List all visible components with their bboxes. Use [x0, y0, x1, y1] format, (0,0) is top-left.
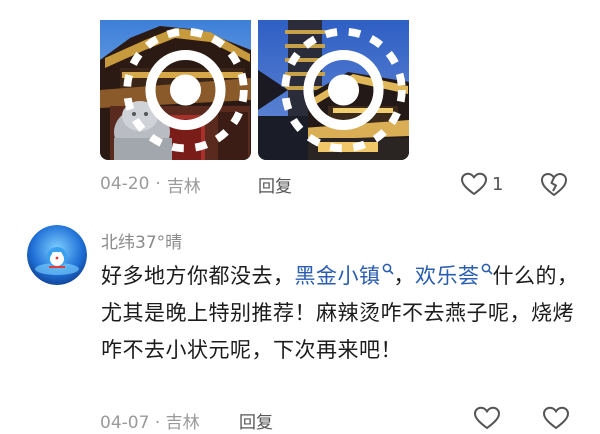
post-meta-row: 04-20 · 吉林 回复 1: [100, 172, 580, 197]
like-button[interactable]: [473, 406, 501, 434]
avatar[interactable]: [27, 225, 87, 285]
meta-separator: ·: [155, 174, 161, 194]
username[interactable]: 北纬37°晴: [101, 228, 182, 253]
photo-pagoda-night[interactable]: [258, 20, 409, 160]
heart-outline-icon: [473, 406, 501, 430]
live-photo-icon: [123, 27, 248, 153]
photo-temple-lion[interactable]: [100, 20, 251, 160]
photo-grid: [100, 20, 420, 160]
live-photo-icon: [281, 27, 406, 153]
search-icon: [382, 263, 394, 275]
comment-text-mid: ，: [393, 264, 415, 288]
reply-button[interactable]: 回复: [239, 413, 273, 433]
comment-date: 04-07: [100, 413, 150, 433]
reply-button[interactable]: 回复: [258, 172, 292, 197]
topic-link-1[interactable]: 黑金小镇: [294, 263, 394, 288]
topic-link-1-label: 黑金小镇: [294, 264, 381, 288]
comment-location: 吉林: [165, 413, 200, 433]
comment-text: 好多地方你都没去，黑金小镇 ，欢乐荟 什么的，尤其是晚上特别推荐！麻辣烫咋不去燕子呢…: [101, 258, 581, 369]
broken-heart-icon: [542, 406, 570, 430]
heart-outline-icon: [461, 172, 487, 195]
meta-separator: ·: [154, 413, 161, 433]
comment-text-before: 好多地方你都没去，: [101, 264, 295, 288]
post-location: 吉林: [166, 176, 201, 197]
like-button[interactable]: 1: [460, 172, 503, 196]
dislike-button[interactable]: [540, 170, 568, 203]
broken-heart-icon: [541, 173, 567, 196]
topic-link-2-label: 欢乐荟: [415, 264, 480, 288]
like-count: 1: [492, 173, 504, 195]
search-icon: [481, 263, 493, 275]
post-date: 04-20: [100, 174, 150, 194]
topic-link-2[interactable]: 欢乐荟: [415, 263, 493, 288]
comment-meta-row: 04-07 · 吉林 回复: [100, 408, 273, 433]
dislike-button[interactable]: [542, 406, 570, 434]
